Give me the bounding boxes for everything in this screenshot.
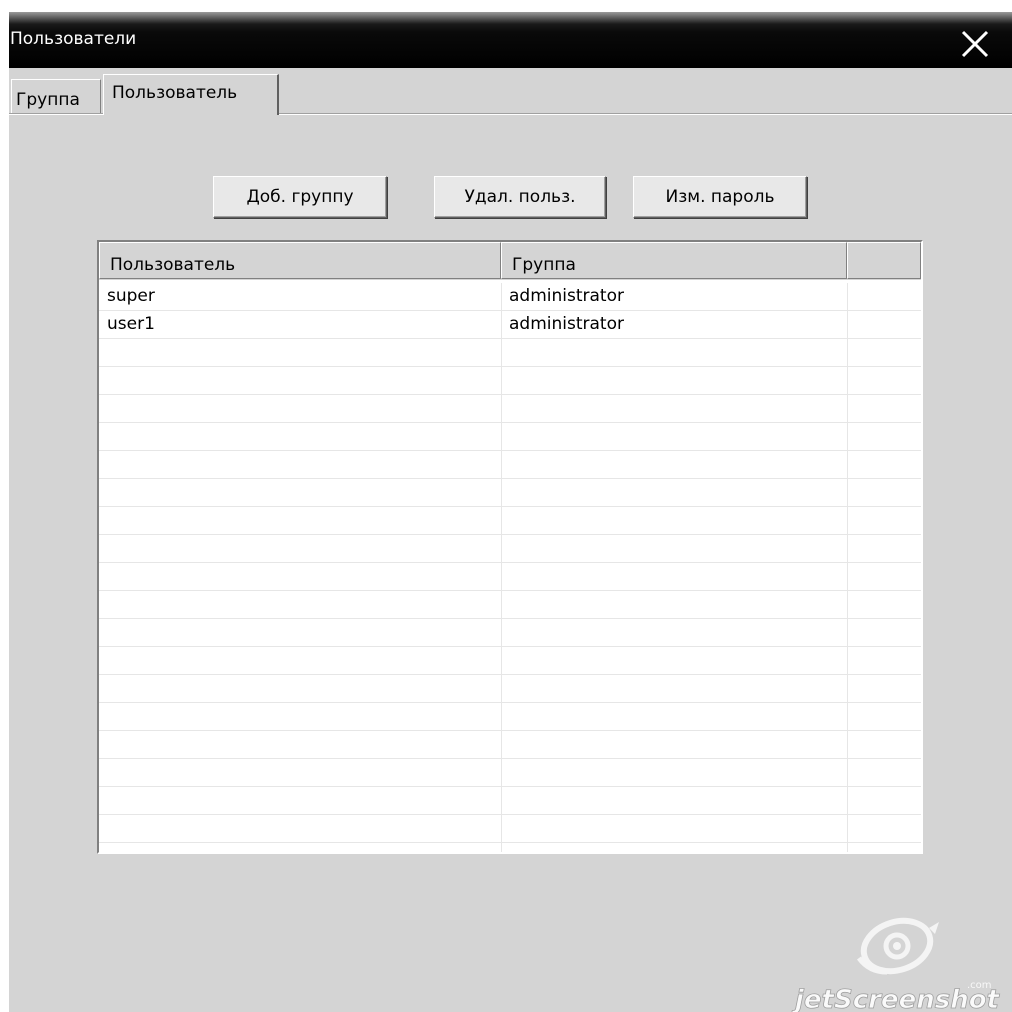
title-bar[interactable]: Пользователи [9,12,1012,68]
close-icon [961,30,989,58]
empty-row [99,367,921,395]
empty-row [99,535,921,563]
empty-row [99,787,921,815]
empty-row [99,563,921,591]
cell-group: administrator [509,286,624,306]
empty-row [99,675,921,703]
screen: Пользователи Группа Пользователь Доб. гр… [0,0,1012,1012]
tab-strip: Группа Пользователь [9,68,1012,116]
empty-row [99,619,921,647]
jetscreenshot-watermark: .com jetScreenshot [789,892,1012,1012]
delete-user-button[interactable]: Удал. польз. [434,176,606,218]
empty-row [99,339,921,367]
empty-row [99,479,921,507]
empty-row [99,647,921,675]
list-body: super administrator user1 administrator [99,283,921,852]
watermark-text: jetScreenshot [791,985,1001,1012]
cell-group: administrator [509,314,624,334]
empty-row [99,591,921,619]
add-group-button[interactable]: Доб. группу [213,176,387,218]
table-row[interactable]: super administrator [99,283,921,311]
users-dialog: Пользователи Группа Пользователь Доб. гр… [9,12,1012,1012]
empty-row [99,759,921,787]
empty-row [99,731,921,759]
window-title: Пользователи [10,29,137,49]
list-header: Пользователь Группа [99,242,921,280]
tab-user[interactable]: Пользователь [103,74,279,115]
cell-user: user1 [107,314,155,334]
empty-row [99,451,921,479]
empty-row [99,815,921,843]
change-password-button[interactable]: Изм. пароль [633,176,807,218]
users-list[interactable]: Пользователь Группа super administrator us… [97,240,923,854]
column-header-filler [847,242,921,279]
empty-row [99,395,921,423]
empty-row [99,703,921,731]
close-button[interactable] [955,26,995,62]
column-header-group[interactable]: Группа [501,242,847,279]
empty-row [99,507,921,535]
watermark-logo: .com jetScreenshot [791,917,1001,1012]
table-row[interactable]: user1 administrator [99,311,921,339]
tab-group[interactable]: Группа [11,79,101,113]
empty-row [99,423,921,451]
column-header-user[interactable]: Пользователь [99,242,501,279]
cell-user: super [107,286,155,306]
